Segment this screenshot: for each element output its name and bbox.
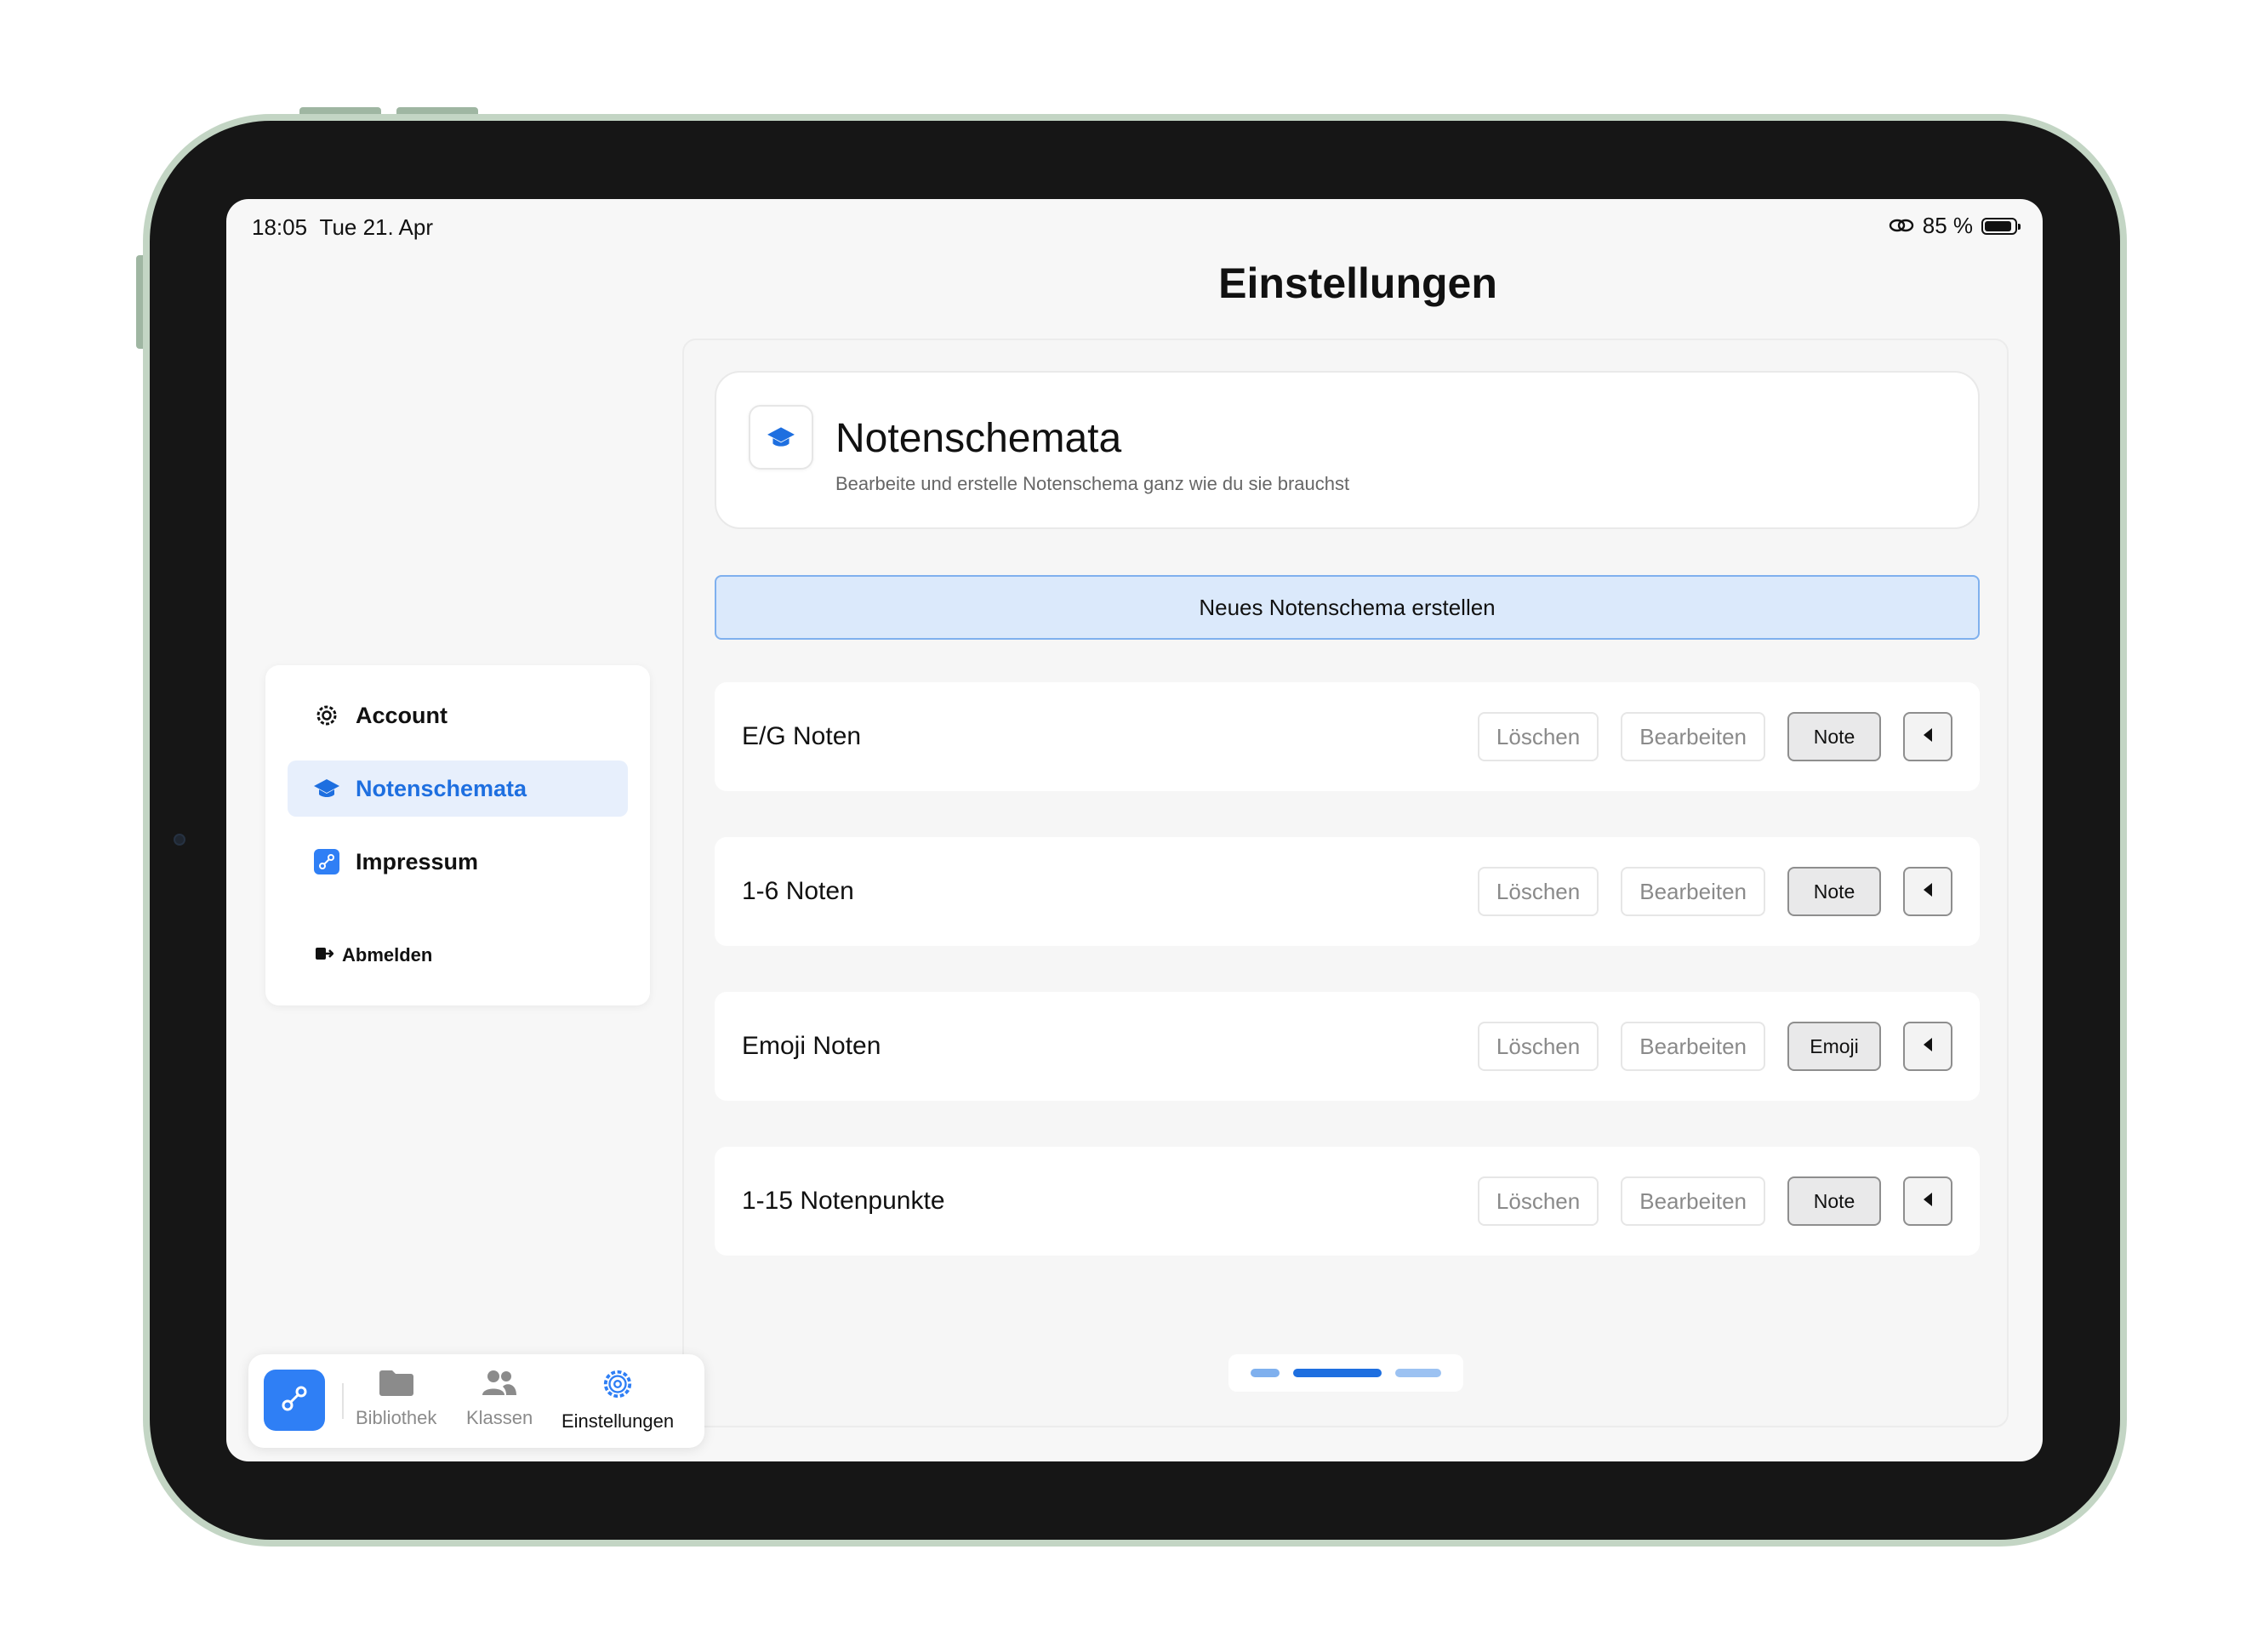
delete-button[interactable]: Löschen [1477, 1022, 1599, 1071]
volume-up-button [299, 107, 381, 114]
folder-icon [378, 1368, 415, 1402]
page-dot-active[interactable] [1293, 1369, 1382, 1377]
scheme-name: E/G Noten [742, 722, 862, 750]
settings-sidebar: Account Notenschemata Impressum Abmelden [265, 665, 650, 1005]
page-dot[interactable] [1251, 1369, 1280, 1377]
edit-button[interactable]: Bearbeiten [1621, 1022, 1765, 1071]
tab-label: Bibliothek [356, 1407, 437, 1428]
section-header-card: Notenschemata Bearbeite und erstelle Not… [715, 371, 1980, 529]
front-camera [174, 834, 185, 846]
scheme-actions: Löschen Bearbeiten Emoji [1477, 992, 1952, 1101]
logout-button[interactable]: Abmelden [315, 944, 432, 966]
side-button [136, 255, 143, 349]
section-title: Notenschemata [835, 416, 1122, 461]
delete-button[interactable]: Löschen [1477, 1176, 1599, 1226]
tablet-bezel: 18:05 Tue 21. Apr 85 % Einstellungen Acc… [150, 121, 2120, 1540]
delete-button[interactable]: Löschen [1477, 712, 1599, 761]
tab-divider [342, 1383, 344, 1419]
battery-icon [1981, 217, 2021, 235]
chevron-left-icon [1922, 1192, 1934, 1211]
create-scheme-button[interactable]: Neues Notenschema erstellen [715, 575, 1980, 640]
tab-klassen[interactable]: Klassen [466, 1368, 533, 1429]
edit-button[interactable]: Bearbeiten [1621, 712, 1765, 761]
chevron-left-icon [1922, 1037, 1934, 1057]
expand-button[interactable] [1903, 867, 1952, 916]
scheme-row: Emoji Noten Löschen Bearbeiten Emoji [715, 992, 1980, 1101]
scheme-row: 1-6 Noten Löschen Bearbeiten Note [715, 837, 1980, 946]
logout-label: Abmelden [342, 944, 433, 966]
section-subtitle: Bearbeite und erstelle Notenschema ganz … [835, 473, 1350, 494]
status-date: Tue 21. Apr [319, 214, 433, 240]
delete-button[interactable]: Löschen [1477, 867, 1599, 916]
edit-button[interactable]: Bearbeiten [1621, 1176, 1765, 1226]
sidebar-item-notenschemata[interactable]: Notenschemata [288, 760, 628, 817]
scheme-type-button[interactable]: Note [1787, 1176, 1881, 1226]
expand-button[interactable] [1903, 1022, 1952, 1071]
volume-down-button [396, 107, 478, 114]
page-dot[interactable] [1395, 1369, 1441, 1377]
tab-bibliothek[interactable]: Bibliothek [356, 1368, 436, 1429]
gear-icon [601, 1368, 635, 1405]
scheme-type-button[interactable]: Note [1787, 867, 1881, 916]
battery-percentage: 85 % [1922, 213, 1973, 238]
sidebar-item-account[interactable]: Account [288, 687, 628, 743]
status-time: 18:05 Tue 21. Apr [252, 214, 433, 241]
link-status-icon [1889, 213, 1914, 239]
status-indicators: 85 % [1889, 213, 2021, 239]
graduation-cap-icon [749, 405, 813, 470]
tab-bar: Bibliothek Klassen Einstellungen [248, 1354, 704, 1448]
sidebar-item-label: Account [356, 702, 447, 728]
screen: 18:05 Tue 21. Apr 85 % Einstellungen Acc… [226, 199, 2043, 1461]
home-button[interactable] [264, 1370, 325, 1431]
scheme-name: Emoji Noten [742, 1032, 881, 1060]
tab-label: Klassen [466, 1407, 533, 1428]
gear-icon [313, 702, 340, 729]
sidebar-item-impressum[interactable]: Impressum [288, 834, 628, 890]
status-clock: 18:05 [252, 214, 308, 240]
link-icon [278, 1382, 311, 1419]
chevron-left-icon [1922, 882, 1934, 902]
sidebar-item-label: Notenschemata [356, 775, 527, 801]
sidebar-item-label: Impressum [356, 848, 479, 874]
graduation-cap-icon [313, 775, 340, 802]
scheme-row: E/G Noten Löschen Bearbeiten Note [715, 682, 1980, 791]
scheme-name: 1-6 Noten [742, 877, 854, 905]
people-icon [481, 1368, 518, 1402]
tab-einstellungen[interactable]: Einstellungen [561, 1368, 674, 1433]
tablet-frame: 18:05 Tue 21. Apr 85 % Einstellungen Acc… [143, 114, 2127, 1547]
scheme-actions: Löschen Bearbeiten Note [1477, 837, 1952, 946]
scheme-actions: Löschen Bearbeiten Note [1477, 682, 1952, 791]
expand-button[interactable] [1903, 712, 1952, 761]
logout-icon [315, 944, 334, 966]
main-panel: Notenschemata Bearbeite und erstelle Not… [682, 339, 2009, 1427]
scheme-type-button[interactable]: Emoji [1787, 1022, 1881, 1071]
tab-label: Einstellungen [561, 1410, 675, 1432]
expand-button[interactable] [1903, 1176, 1952, 1226]
page-indicator[interactable] [1228, 1354, 1463, 1392]
scheme-actions: Löschen Bearbeiten Note [1477, 1147, 1952, 1256]
scheme-name: 1-15 Notenpunkte [742, 1187, 945, 1215]
page-title: Einstellungen [1218, 259, 1497, 307]
chevron-left-icon [1922, 727, 1934, 747]
scheme-row: 1-15 Notenpunkte Löschen Bearbeiten Note [715, 1147, 1980, 1256]
edit-button[interactable]: Bearbeiten [1621, 867, 1765, 916]
scheme-type-button[interactable]: Note [1787, 712, 1881, 761]
link-icon [313, 848, 340, 875]
